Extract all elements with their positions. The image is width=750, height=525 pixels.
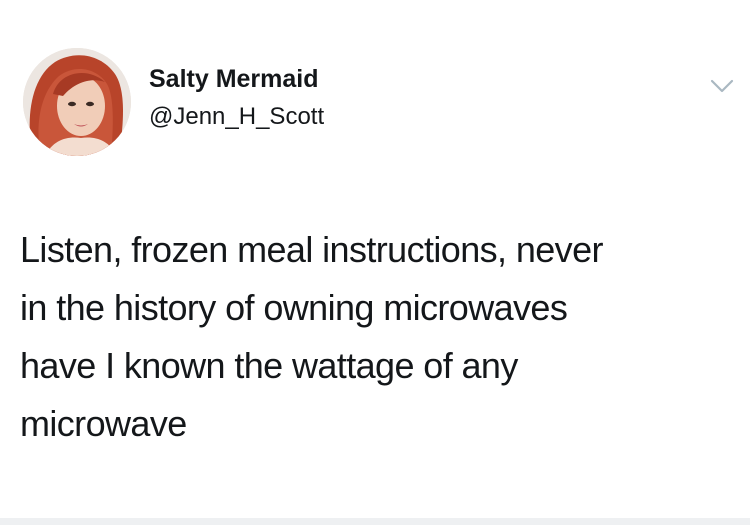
user-handle[interactable]: @Jenn_H_Scott	[149, 103, 324, 131]
profile-photo-icon	[23, 48, 131, 156]
chevron-down-icon[interactable]	[710, 78, 734, 94]
divider	[0, 518, 750, 525]
tweet-card: Salty Mermaid @Jenn_H_Scott Listen, froz…	[0, 0, 750, 518]
display-name[interactable]: Salty Mermaid	[149, 64, 319, 94]
tweet-text: Listen, frozen meal instructions, never …	[20, 229, 603, 444]
avatar[interactable]	[23, 48, 131, 156]
